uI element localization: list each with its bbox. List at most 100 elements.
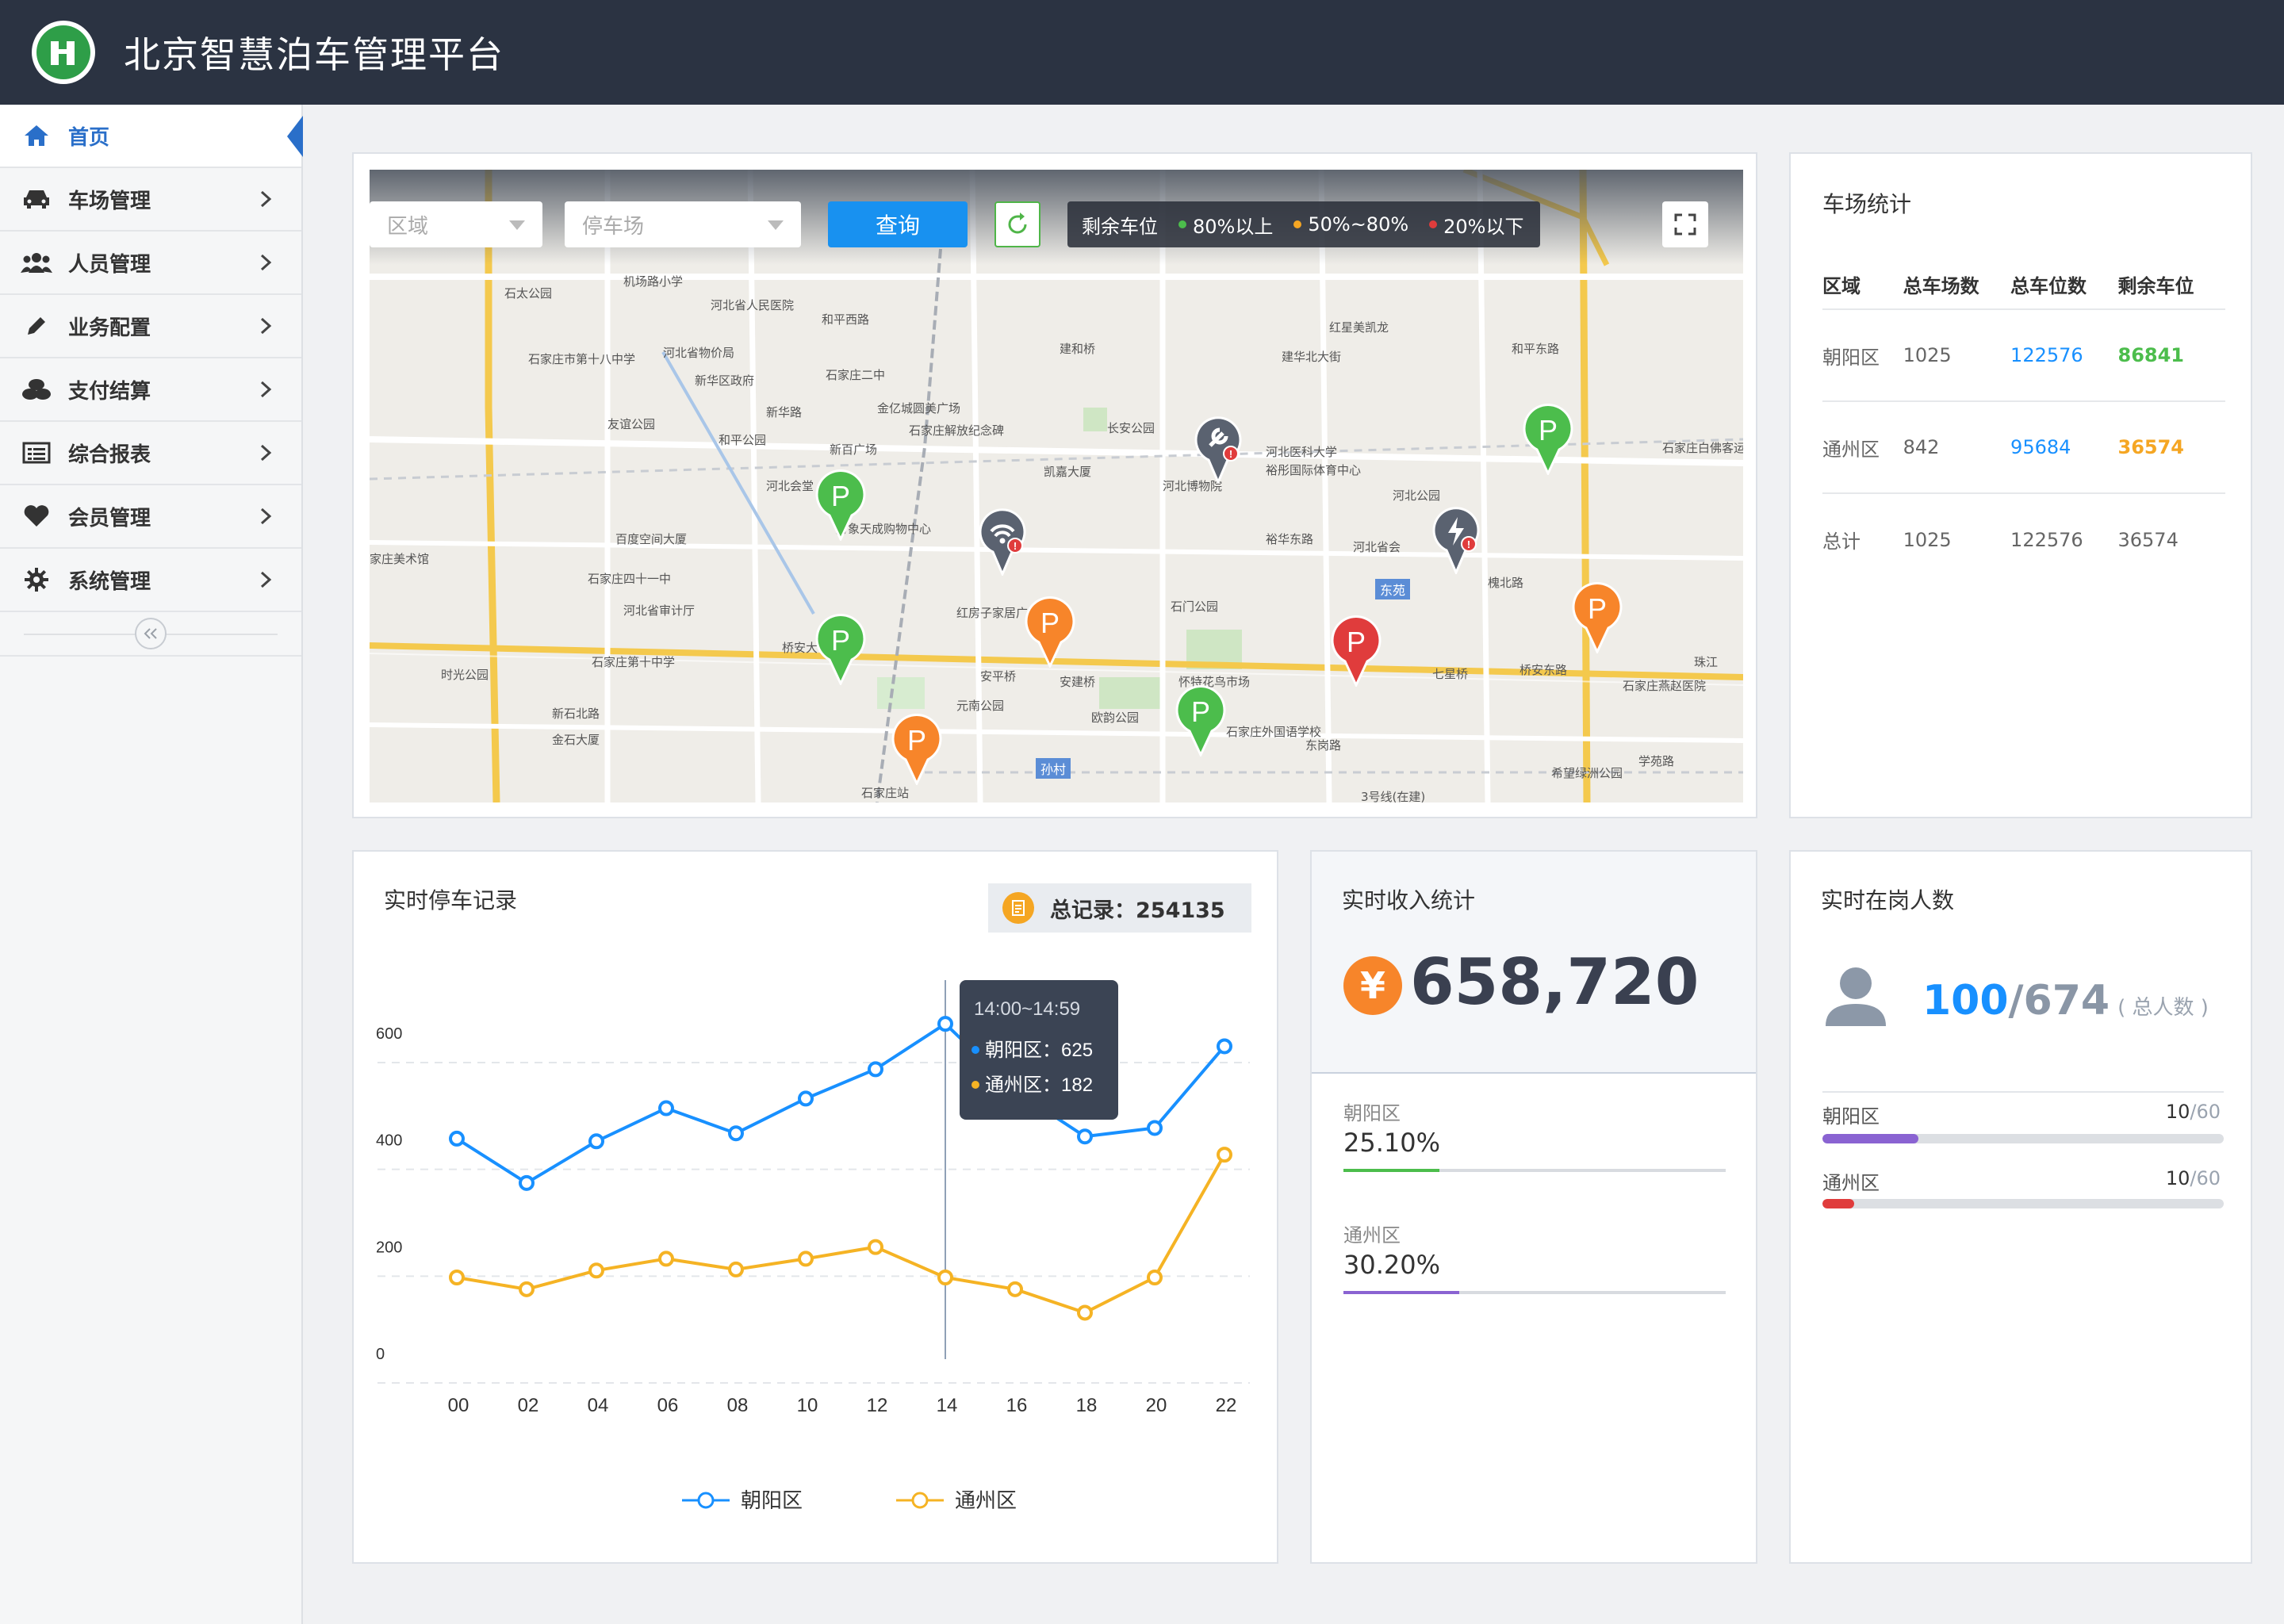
map-label: 元南公园	[956, 699, 1005, 713]
sidebar-item-members[interactable]: 会员管理	[0, 485, 301, 549]
map-label: 裕彤国际体育中心	[1266, 463, 1362, 477]
refresh-button[interactable]	[994, 201, 1040, 247]
tooltip-line: 通州区：182	[985, 1074, 1093, 1096]
map-label: 石家庄四十一中	[588, 572, 672, 586]
staff-progress-bar	[1822, 1199, 2224, 1208]
cell-spaces: 122576	[2010, 528, 2083, 551]
income-region-name: 朝阳区	[1343, 1102, 1401, 1124]
sidebar-item-business-config[interactable]: 业务配置	[0, 295, 301, 358]
device-fault-pin-icon[interactable]: !	[1190, 412, 1247, 484]
svg-text:!: !	[1229, 448, 1232, 460]
staff-region-total: /60	[2190, 1167, 2221, 1189]
parking-pin-green[interactable]: P	[812, 614, 869, 685]
panel-title: 实时收入统计	[1342, 887, 1476, 914]
table-row: 总计 1025 122576 36574	[1822, 493, 2225, 585]
x-tick-label: 12	[867, 1395, 888, 1416]
svg-text:P: P	[831, 480, 850, 512]
data-point	[798, 1090, 814, 1107]
data-point	[1077, 1304, 1093, 1321]
fullscreen-icon	[1674, 213, 1696, 236]
parking-records-chart[interactable]: 0 200 400 600 00 02 04 06 08 10 12 14 16 18 20 22 14:00~…	[354, 852, 1280, 1565]
map-label: 石家庄燕赵医院	[1623, 679, 1707, 693]
staff-region-name: 朝阳区	[1822, 1105, 1880, 1128]
income-region-name: 通州区	[1343, 1224, 1401, 1247]
refresh-icon	[1008, 213, 1027, 234]
map-label: 石家庄第十中学	[592, 655, 676, 669]
pencil-icon	[21, 310, 52, 342]
map-label: 石家庄二中	[826, 368, 886, 382]
sidebar-item-reports[interactable]: 综合报表	[0, 422, 301, 485]
heart-icon	[21, 500, 52, 532]
map-label: 长安公园	[1107, 421, 1155, 435]
power-fault-pin-icon[interactable]: !	[1428, 503, 1485, 574]
data-point	[1147, 1270, 1163, 1285]
parking-map[interactable]: 石太公园 河北省人民医院 和平西路 机场路小学 石家庄二中 建和桥 河北省物价局…	[370, 170, 1743, 802]
cell-region: 总计	[1822, 530, 1861, 553]
map-label: 新华区政府	[695, 373, 755, 388]
map-label: 河北公园	[1393, 488, 1441, 503]
sidebar-item-label: 首页	[68, 125, 110, 150]
parking-pin-orange[interactable]: P	[888, 714, 945, 785]
query-button[interactable]: 查询	[828, 201, 968, 247]
parking-pin-green[interactable]: P	[1519, 404, 1577, 475]
map-label: 家庄美术馆	[370, 552, 430, 566]
sidebar-item-system[interactable]: 系统管理	[0, 549, 301, 612]
map-label: 珠江	[1694, 655, 1719, 669]
map-label: 安建桥	[1060, 675, 1096, 689]
map-label: 友谊公园	[607, 417, 656, 431]
svg-text:P: P	[1040, 607, 1060, 639]
svg-text:P: P	[1588, 592, 1607, 625]
map-panel: 石太公园 河北省人民医院 和平西路 机场路小学 石家庄二中 建和桥 河北省物价局…	[352, 152, 1757, 818]
table-header-row: 区域 总车场数 总车位数 剩余车位	[1822, 260, 2225, 310]
map-label: 东岗路	[1305, 738, 1342, 753]
sidebar-item-staff-management[interactable]: 人员管理	[0, 232, 301, 295]
legend-item-label: 80%以上	[1193, 215, 1274, 238]
map-label: 槐北路	[1488, 576, 1524, 590]
cell-lots: 1025	[1903, 528, 1952, 551]
svg-text:!: !	[1467, 538, 1470, 550]
sidebar-item-home[interactable]: 首页	[0, 105, 303, 168]
income-progress-fill	[1343, 1169, 1439, 1172]
data-point	[519, 1281, 535, 1297]
cell-region: 朝阳区	[1822, 309, 1903, 402]
collapse-sidebar-button[interactable]	[135, 618, 167, 649]
data-point	[1007, 1281, 1023, 1297]
fullscreen-button[interactable]	[1662, 201, 1708, 247]
sidebar-item-label: 支付结算	[68, 379, 151, 404]
legend-dot-red	[1429, 220, 1438, 228]
staff-total-count: /674	[2008, 977, 2110, 1025]
y-tick-label: 600	[376, 1025, 402, 1043]
map-label: 百度空间大厦	[615, 532, 688, 546]
column-header: 区域	[1822, 260, 1903, 310]
sidebar-item-payment[interactable]: 支付结算	[0, 358, 301, 422]
map-label: 金石大厦	[552, 733, 600, 747]
region-select[interactable]: 区域	[370, 201, 542, 247]
staff-progress-bar	[1822, 1134, 2224, 1143]
map-label: 石门公园	[1171, 599, 1219, 614]
parking-pin-orange[interactable]: P	[1569, 582, 1626, 653]
parking-pin-green[interactable]: P	[812, 469, 869, 541]
map-label: 孙村	[1036, 758, 1071, 779]
x-tick-label: 10	[797, 1395, 818, 1416]
parking-lot-select[interactable]: 停车场	[565, 201, 801, 247]
parking-pin-red[interactable]: P	[1328, 615, 1385, 687]
chevron-right-icon	[260, 571, 272, 588]
table-row: 通州区 842 95684 36574	[1822, 401, 2225, 494]
chevron-right-icon	[260, 508, 272, 525]
chart-tooltip: 14:00~14:59 朝阳区：625 通州区：182	[960, 980, 1118, 1120]
chevron-right-icon	[260, 317, 272, 335]
cell-remaining: 36574	[2117, 401, 2225, 494]
sidebar-item-lot-management[interactable]: 车场管理	[0, 168, 301, 232]
parking-pin-green[interactable]: P	[1172, 685, 1229, 756]
network-fault-pin-icon[interactable]: !	[974, 504, 1031, 576]
region-select-placeholder: 区域	[387, 214, 429, 239]
logo	[32, 21, 95, 84]
legend-marker	[697, 1492, 715, 1509]
staff-region-count: 10/60	[2166, 1101, 2221, 1123]
app-title: 北京智慧泊车管理平台	[124, 33, 504, 76]
parking-pin-orange[interactable]: P	[1021, 596, 1079, 668]
map-label: 安平桥	[980, 669, 1017, 684]
map-label: 金亿城圆美广场	[877, 401, 961, 416]
data-point	[728, 1125, 744, 1142]
legend-dot-green	[1178, 220, 1186, 228]
